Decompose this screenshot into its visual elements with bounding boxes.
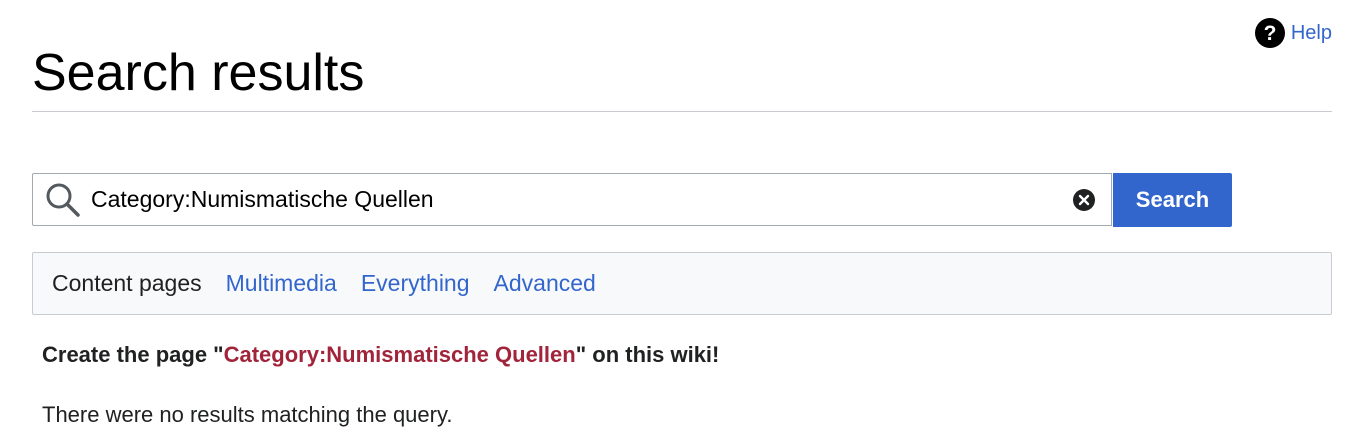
help-link[interactable]: ? Help (1254, 18, 1332, 48)
title-divider (32, 111, 1332, 112)
page-title: Search results (32, 44, 365, 102)
svg-text:?: ? (1263, 22, 1276, 45)
create-page-link[interactable]: Category:Numismatische Quellen (224, 342, 576, 367)
tab-advanced[interactable]: Advanced (494, 270, 596, 297)
search-profile-tabs: Content pages Multimedia Everything Adva… (32, 252, 1332, 315)
search-button[interactable]: Search (1113, 173, 1232, 227)
create-prefix: Create the page " (42, 342, 224, 367)
no-results-message: There were no results matching the query… (42, 402, 453, 427)
clear-icon[interactable] (1073, 188, 1095, 211)
search-input[interactable] (91, 179, 1073, 220)
tab-multimedia[interactable]: Multimedia (226, 270, 337, 297)
help-icon: ? (1254, 18, 1285, 48)
tab-content-pages[interactable]: Content pages (52, 270, 202, 297)
create-page-notice: Create the page "Category:Numismatische … (42, 342, 719, 368)
tab-everything[interactable]: Everything (361, 270, 470, 297)
search-icon (44, 181, 82, 219)
create-suffix: " on this wiki! (575, 342, 720, 367)
help-label[interactable]: Help (1291, 22, 1332, 45)
search-box[interactable] (32, 173, 1112, 226)
